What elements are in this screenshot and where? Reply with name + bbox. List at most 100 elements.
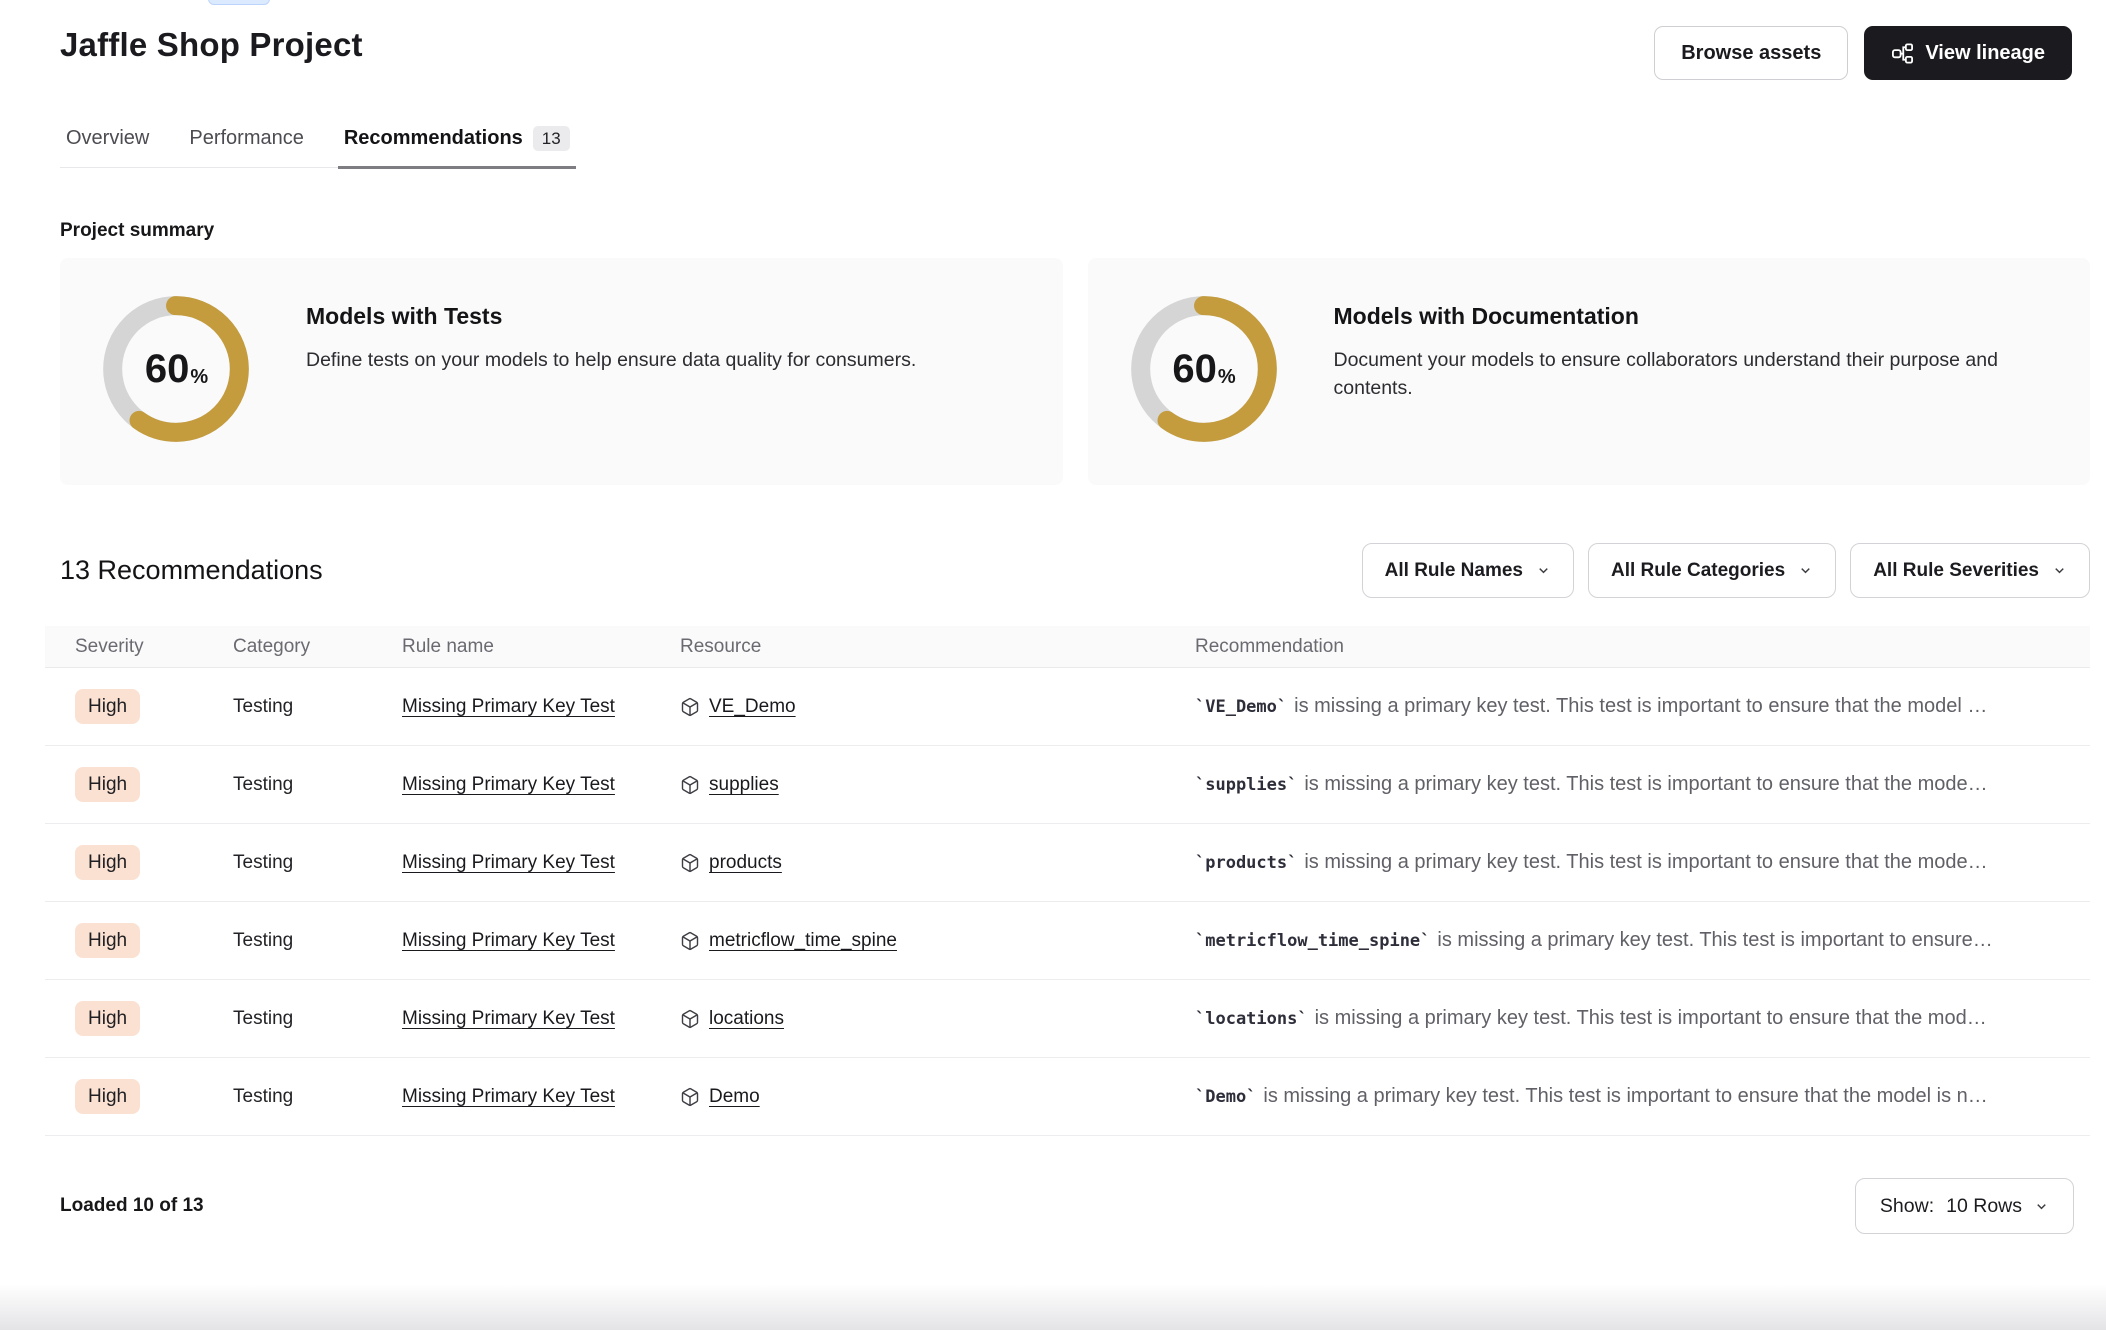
header-actions: Browse assets View lineage [1654,26,2072,80]
category-cell: Testing [233,852,402,874]
models-with-docs-card: 60% Models with Documentation Document y… [1088,258,2091,485]
table-row: High Testing Missing Primary Key Test me… [45,902,2090,980]
rule-names-filter[interactable]: All Rule Names [1362,543,1574,598]
model-cube-icon [680,853,700,873]
model-cube-icon [680,1087,700,1107]
tab-bar: Overview Performance Recommendations 13 [60,126,576,168]
tab-recommendations[interactable]: Recommendations 13 [338,126,576,169]
show-value: 10 Rows [1946,1195,2022,1218]
recommendation-code: `metricflow_time_spine` [1195,931,1430,951]
rule-severities-filter[interactable]: All Rule Severities [1850,543,2090,598]
col-recommendation: Recommendation [1195,636,2090,658]
rule-categories-filter-label: All Rule Categories [1611,560,1785,582]
rule-name-link[interactable]: Missing Primary Key Test [402,930,615,951]
model-cube-icon [680,775,700,795]
recommendation-cell: `VE_Demo`is missing a primary key test. … [1195,695,2090,718]
rule-name-link[interactable]: Missing Primary Key Test [402,774,615,795]
table-row: High Testing Missing Primary Key Test De… [45,1058,2090,1136]
recommendation-cell: `locations` is missing a primary key test… [1195,1007,2090,1030]
model-cube-icon [680,1009,700,1029]
recommendations-count-badge: 13 [533,126,570,151]
resource-link[interactable]: locations [709,1008,784,1030]
tab-overview[interactable]: Overview [60,126,155,169]
recommendation-code: `supplies` [1195,775,1297,795]
severity-badge: High [75,845,140,880]
tab-performance-label: Performance [189,127,304,150]
recommendation-code: `locations` [1195,1009,1308,1029]
severity-badge: High [75,767,140,802]
recommendation-code: `Demo` [1195,1087,1256,1107]
models-with-tests-card: 60% Models with Tests Define tests on yo… [60,258,1063,485]
rule-categories-filter[interactable]: All Rule Categories [1588,543,1836,598]
resource-link[interactable]: Demo [709,1086,760,1108]
recommendation-text: is missing a primary key test. This test… [1304,851,1987,873]
severity-badge: High [75,1001,140,1036]
recommendation-text: is missing a primary key test. This test… [1315,1007,1987,1029]
category-cell: Testing [233,696,402,718]
project-page: Jaffle Shop Project Browse assets View l… [0,0,2106,1330]
recommendations-header: 13 Recommendations All Rule Names All Ru… [60,543,2090,598]
view-lineage-label: View lineage [1925,42,2045,65]
summary-cards: 60% Models with Tests Define tests on yo… [60,258,2090,485]
category-cell: Testing [233,1086,402,1108]
model-cube-icon [680,697,700,717]
tab-performance[interactable]: Performance [183,126,310,169]
page-fade-gradient [0,1284,2106,1330]
view-lineage-button[interactable]: View lineage [1864,26,2072,80]
docs-card-description: Document your models to ensure collabora… [1334,346,2051,403]
tests-card-description: Define tests on your models to help ensu… [306,346,916,374]
table-row: High Testing Missing Primary Key Test pr… [45,824,2090,902]
docs-donut-value: 60% [1128,293,1280,445]
resource-link[interactable]: supplies [709,774,779,796]
rule-severities-filter-label: All Rule Severities [1873,560,2039,582]
page-header: Jaffle Shop Project Browse assets View l… [0,0,2106,80]
table-body: High Testing Missing Primary Key Test VE… [45,668,2090,1136]
resource-link[interactable]: VE_Demo [709,696,796,718]
docs-card-title: Models with Documentation [1334,303,2051,330]
rule-name-link[interactable]: Missing Primary Key Test [402,1086,615,1107]
loaded-status: Loaded 10 of 13 [60,1195,204,1217]
rule-name-link[interactable]: Missing Primary Key Test [402,1008,615,1029]
recommendation-text: is missing a primary key test. This test… [1437,929,1992,951]
recommendation-cell: `supplies` is missing a primary key test.… [1195,773,2090,796]
chevron-down-icon [2034,1199,2049,1214]
page-title: Jaffle Shop Project [60,26,363,64]
lineage-icon [1891,42,1914,65]
browse-assets-button[interactable]: Browse assets [1654,26,1848,80]
rows-per-page-select[interactable]: Show: 10 Rows [1855,1178,2074,1234]
clipped-tooltip-fragment [208,0,270,5]
category-cell: Testing [233,774,402,796]
col-rule-name: Rule name [402,636,680,658]
rule-name-link[interactable]: Missing Primary Key Test [402,852,615,873]
docs-percent: 60 [1172,347,1217,392]
docs-percent-sign: % [1218,366,1236,389]
docs-card-text: Models with Documentation Document your … [1334,293,2051,403]
category-cell: Testing [233,930,402,952]
project-summary-label: Project summary [60,220,2106,242]
tab-recommendations-label: Recommendations [344,127,523,150]
chevron-down-icon [2052,563,2067,578]
table-row: High Testing Missing Primary Key Test su… [45,746,2090,824]
resource-link[interactable]: products [709,852,782,874]
tests-percent: 60 [145,347,190,392]
docs-donut-chart: 60% [1128,293,1280,445]
tests-donut-value: 60% [100,293,252,445]
tests-card-text: Models with Tests Define tests on your m… [306,293,916,374]
category-cell: Testing [233,1008,402,1030]
severity-badge: High [75,689,140,724]
rule-name-link[interactable]: Missing Primary Key Test [402,696,615,717]
chevron-down-icon [1536,563,1551,578]
tests-donut-chart: 60% [100,293,252,445]
tests-card-title: Models with Tests [306,303,916,330]
table-header-row: Severity Category Rule name Resource Rec… [45,626,2090,668]
table-row: High Testing Missing Primary Key Test VE… [45,668,2090,746]
table-row: High Testing Missing Primary Key Test lo… [45,980,2090,1058]
recommendation-text: is missing a primary key test. This test… [1294,695,1987,717]
resource-link[interactable]: metricflow_time_spine [709,930,897,952]
recommendation-cell: `Demo`is missing a primary key test. Thi… [1195,1085,2090,1108]
col-severity: Severity [45,636,233,658]
recommendations-heading: 13 Recommendations [60,555,323,586]
recommendation-cell: `products`is missing a primary key test.… [1195,851,2090,874]
table-footer: Loaded 10 of 13 Show: 10 Rows [60,1178,2074,1234]
recommendation-text: is missing a primary key test. This test… [1304,773,1987,795]
